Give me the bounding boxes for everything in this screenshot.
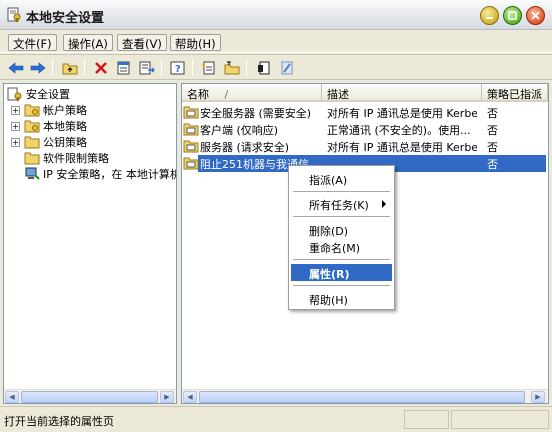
column-header-assigned[interactable]: 策略已指派 [482, 84, 548, 102]
new-policy-button[interactable] [199, 58, 219, 77]
tree-item-label: 公钥策略 [43, 136, 87, 149]
ip-policy-icon [183, 140, 199, 153]
menu-help[interactable]: 帮助(H) [170, 34, 221, 51]
sort-indicator: / [224, 88, 229, 101]
expand-toggle[interactable]: + [11, 105, 20, 115]
scroll-right-button[interactable]: ▶ [531, 391, 545, 403]
delete-x-icon [95, 61, 107, 74]
unassign-policy-button[interactable] [277, 58, 297, 77]
column-header-name[interactable]: 名称 / [182, 84, 322, 102]
tree-item-public-key-policies[interactable]: + 公钥策略 [11, 134, 87, 150]
svg-text:?: ? [175, 64, 181, 75]
new-policy-icon [202, 61, 215, 74]
properties-icon [117, 61, 130, 74]
back-arrow-icon [8, 61, 24, 74]
context-menu: 指派(A) 所有任务(K) 删除(D) 重命名(M) 属性(R) 帮助(H) [288, 165, 395, 310]
scroll-thumb[interactable] [21, 391, 158, 403]
forward-arrow-icon [30, 61, 46, 74]
tree-item-local-policies[interactable]: + 本地策略 [11, 118, 87, 134]
menu-item-assign[interactable]: 指派(A) [291, 170, 392, 187]
export-list-button[interactable] [137, 58, 157, 77]
forward-button[interactable] [28, 58, 48, 77]
tree-item-label: 软件限制策略 [43, 152, 109, 165]
menu-item-properties[interactable]: 属性(R) [291, 264, 392, 281]
table-row[interactable]: 服务器 (请求安全) 对所有 IP 通讯总是使用 Kerberos 否 [182, 138, 548, 155]
unassign-policy-icon [281, 61, 293, 74]
status-cell [404, 410, 449, 429]
title-bar: 本地安全设置 [0, 0, 552, 30]
menu-bar: 文件(F) 操作(A) 查看(V) 帮助(H) [0, 31, 552, 53]
list-horizontal-scrollbar[interactable]: ◀ ▶ [182, 389, 548, 403]
ip-policy-icon [183, 123, 199, 136]
properties-button[interactable] [114, 58, 134, 77]
minimize-icon [486, 17, 493, 19]
table-row[interactable]: 客户端 (仅响应) 正常通讯 (不安全的)。使用... 否 [182, 121, 548, 138]
back-button[interactable] [6, 58, 26, 77]
menu-item-all-tasks[interactable]: 所有任务(K) [291, 195, 392, 212]
help-button[interactable]: ? [168, 58, 188, 77]
assign-policy-button[interactable] [254, 58, 274, 77]
expand-toggle[interactable]: + [11, 137, 20, 147]
expand-toggle[interactable]: + [11, 121, 20, 131]
help-icon: ? [170, 61, 185, 75]
export-list-icon [139, 61, 155, 74]
tree-item-label: IP 安全策略，在 本地计算机 [43, 168, 176, 181]
scroll-thumb[interactable] [199, 391, 525, 403]
security-settings-icon [7, 7, 21, 22]
menu-item-help[interactable]: 帮助(H) [291, 290, 392, 307]
scroll-right-button[interactable]: ▶ [160, 391, 174, 403]
menu-item-rename[interactable]: 重命名(M) [291, 238, 392, 255]
folder-icon [24, 136, 40, 149]
tree-item-label: 本地策略 [43, 120, 87, 133]
close-button[interactable] [526, 6, 545, 25]
table-row[interactable]: 安全服务器 (需要安全) 对所有 IP 通讯总是使用 Kerberos 否 [182, 104, 548, 121]
security-settings-icon [7, 87, 22, 101]
tree-item-software-restriction[interactable]: 软件限制策略 [24, 150, 109, 166]
status-text: 打开当前选择的属性页 [4, 415, 114, 428]
menu-item-delete[interactable]: 删除(D) [291, 221, 392, 238]
scroll-left-button[interactable]: ◀ [183, 391, 197, 403]
folder-up-icon [62, 63, 78, 74]
folder-lock-icon [24, 120, 40, 133]
tree-item-account-policies[interactable]: + 帐户策略 [11, 102, 87, 118]
minimize-button[interactable] [480, 6, 499, 25]
folder-icon [24, 152, 40, 165]
up-one-level-button[interactable] [60, 58, 80, 77]
tree-root[interactable]: 安全设置 [7, 86, 70, 102]
tree-horizontal-scrollbar[interactable]: ◀ ▶ [4, 389, 176, 403]
scroll-left-button[interactable]: ◀ [5, 391, 19, 403]
tree-pane: 安全设置 + 帐户策略 + 本地策略 + 公钥策略 软件限制策略 IP 安全策略… [3, 83, 177, 404]
status-bar: 打开当前选择的属性页 [0, 406, 552, 432]
tree-item-label: 帐户策略 [43, 104, 87, 117]
submenu-arrow-icon [382, 200, 386, 208]
folder-lock-icon [24, 104, 40, 117]
manage-filters-icon [224, 61, 240, 74]
menu-view[interactable]: 查看(V) [117, 34, 167, 51]
ip-policy-icon [183, 106, 199, 119]
delete-button[interactable] [91, 58, 111, 77]
window-title: 本地安全设置 [26, 11, 105, 26]
toolbar: ? [0, 54, 552, 80]
close-icon [531, 11, 540, 20]
column-header-description[interactable]: 描述 [322, 84, 482, 102]
maximize-button[interactable] [503, 6, 522, 25]
ip-security-computer-icon [25, 167, 40, 180]
tree-root-label: 安全设置 [26, 88, 70, 101]
menu-file[interactable]: 文件(F) [8, 34, 57, 51]
ip-policy-icon [183, 157, 199, 170]
tree-item-ip-security[interactable]: IP 安全策略，在 本地计算机 [24, 166, 176, 182]
manage-filters-button[interactable] [222, 58, 242, 77]
menu-action[interactable]: 操作(A) [63, 34, 113, 51]
status-cell [451, 410, 549, 429]
assign-policy-icon [258, 61, 270, 74]
maximize-icon [508, 11, 517, 20]
